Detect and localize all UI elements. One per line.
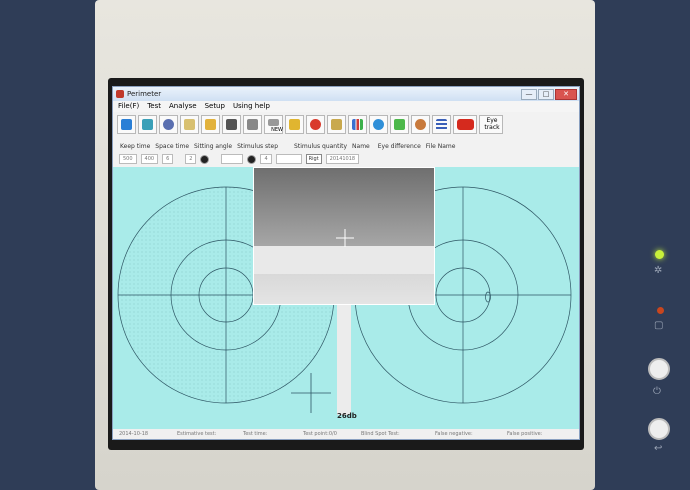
open-folder-button[interactable] — [201, 114, 220, 134]
wizard-icon — [142, 118, 153, 130]
wizard-button[interactable] — [138, 114, 157, 134]
stimulus-size-radio-1[interactable] — [200, 154, 210, 164]
menu-analyse[interactable]: Analyse — [169, 101, 197, 112]
perimetry-canvas: 26db — [113, 167, 579, 429]
hand-button[interactable] — [390, 114, 409, 134]
status-false-negative: False negative: — [435, 431, 473, 437]
power-led-green — [655, 250, 664, 259]
eye-icon — [163, 118, 174, 130]
stop-button[interactable] — [453, 114, 477, 134]
keep-time-input[interactable]: 500 — [119, 154, 137, 164]
window-controls: — □ ✕ — [521, 89, 577, 100]
standby-icon: ▢ — [654, 320, 664, 331]
return-icon: ↩ — [654, 443, 663, 454]
sitting-angle-input[interactable]: 6 — [162, 154, 174, 164]
status-blind-spot-test: Blind Spot Test: — [361, 431, 400, 437]
toolbar: NEW Eye track — [117, 113, 503, 135]
name-input[interactable] — [275, 154, 302, 164]
label-space-time: Space time — [155, 143, 190, 150]
bottle-button[interactable] — [180, 114, 199, 134]
eye-difference-select[interactable]: Rigt — [305, 154, 322, 164]
back-button[interactable] — [648, 418, 670, 440]
file-name-input[interactable]: 20141018 — [325, 154, 360, 164]
status-estimative-test: Estimative test: — [177, 431, 217, 437]
label-stimulus-step: Stimulus step — [237, 143, 279, 150]
list-icon — [436, 118, 447, 130]
accessibility-button[interactable] — [117, 114, 136, 134]
cancel-button[interactable] — [306, 114, 325, 134]
stimulus-step-input[interactable]: 2 — [185, 154, 197, 164]
bar-chart-icon — [352, 118, 363, 130]
cancel-icon — [310, 118, 321, 130]
eye-track-button[interactable]: Eye track — [479, 114, 503, 134]
label-file-name: File Name — [425, 143, 456, 150]
hand-icon — [394, 118, 405, 130]
label-name: Name — [352, 143, 370, 150]
status-date: 2014-10-18 — [119, 431, 149, 437]
label-stimulus-quantity: Stimulus quantity — [294, 143, 348, 150]
stimulus-quantity-input[interactable]: 4 — [260, 154, 272, 164]
wheelchair-icon — [121, 118, 132, 130]
power-button[interactable] — [648, 358, 670, 380]
camera-crosshair — [336, 229, 354, 247]
title-bar: Perimeter — □ ✕ — [113, 87, 579, 101]
floppy-icon — [226, 118, 237, 130]
stimulus-strip — [337, 303, 351, 415]
printer-new-icon — [268, 118, 279, 126]
label-eye-difference: Eye difference — [377, 143, 421, 150]
globe-button[interactable] — [369, 114, 388, 134]
status-test-point: Test point:0/0 — [303, 431, 337, 437]
status-led-red — [657, 307, 664, 314]
stimulus-size-radio-2[interactable] — [247, 154, 257, 164]
eye-track-label-2: track — [484, 123, 500, 131]
device-side-panel — [595, 0, 690, 490]
eye-track-label-1: Eye — [486, 116, 498, 124]
stimulus-intensity-label: 26db — [337, 412, 357, 420]
chart-button[interactable] — [348, 114, 367, 134]
key-icon — [289, 118, 300, 130]
eye-button[interactable] — [159, 114, 178, 134]
label-keep-time: Keep time — [120, 143, 151, 150]
brightness-icon: ✲ — [654, 265, 663, 276]
power-icon: ⏻ — [653, 386, 661, 397]
gear-icon — [415, 118, 426, 130]
stop-icon — [457, 118, 474, 130]
fixation-crosshair — [291, 373, 331, 413]
parameter-inputs: 500 400 6 2 4 Rigt 20141018 — [119, 154, 360, 164]
maximize-button[interactable]: □ — [538, 89, 554, 100]
space-time-input[interactable]: 400 — [140, 154, 159, 164]
close-button[interactable]: ✕ — [555, 89, 577, 100]
parameter-labels: Keep time Space time Sitting angle Stimu… — [120, 143, 460, 150]
bottle-icon — [184, 118, 195, 130]
menu-using-help[interactable]: Using help — [233, 101, 270, 112]
minimize-button[interactable]: — — [521, 89, 537, 100]
list-button[interactable] — [432, 114, 451, 134]
print-button[interactable] — [243, 114, 262, 134]
menu-file[interactable]: File(F) — [118, 101, 139, 112]
save-button[interactable] — [222, 114, 241, 134]
new-button[interactable]: NEW — [264, 114, 283, 134]
menu-setup[interactable]: Setup — [205, 101, 225, 112]
clipboard-icon — [331, 118, 342, 130]
printer-icon — [247, 118, 258, 130]
globe-icon — [373, 118, 384, 130]
window-title: Perimeter — [127, 90, 162, 98]
eye-camera-preview — [253, 167, 435, 305]
status-test-time: Test time: — [243, 431, 268, 437]
folder-icon — [205, 118, 216, 130]
stimulus-color-box[interactable] — [221, 154, 244, 164]
settings-button[interactable] — [411, 114, 430, 134]
menu-bar: File(F) Test Analyse Setup Using help — [113, 101, 579, 112]
clipboard-button[interactable] — [327, 114, 346, 134]
key-button[interactable] — [285, 114, 304, 134]
app-icon — [116, 90, 124, 98]
status-bar: 2014-10-18 Estimative test: Test time: T… — [113, 429, 579, 439]
perimeter-window: Perimeter — □ ✕ File(F) Test Analyse Set… — [112, 86, 580, 440]
status-false-positive: False positive: — [507, 431, 543, 437]
menu-test[interactable]: Test — [147, 101, 161, 112]
label-sitting-angle: Sitting angle — [194, 143, 233, 150]
